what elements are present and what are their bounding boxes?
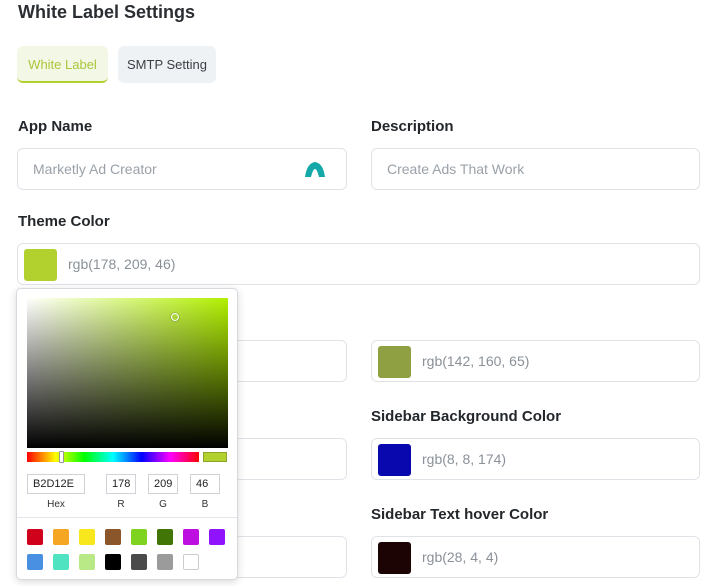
hex-input[interactable]: B2D12E xyxy=(27,474,85,494)
app-name-input[interactable]: Marketly Ad Creator xyxy=(17,148,347,190)
preset-color-swatch[interactable] xyxy=(27,529,43,545)
sidebar-bg-value: rgb(8, 8, 174) xyxy=(422,451,507,467)
theme-color-label: Theme Color xyxy=(18,213,110,230)
theme-color-value: rgb(178, 209, 46) xyxy=(68,256,176,272)
sidebar-hover-value: rgb(28, 4, 4) xyxy=(422,549,499,565)
hue-handle[interactable] xyxy=(59,451,64,463)
g-input[interactable]: 209 xyxy=(148,474,178,494)
tab-white-label[interactable]: White Label xyxy=(17,46,108,83)
right-color-swatch-1[interactable] xyxy=(378,346,411,378)
sidebar-hover-swatch[interactable] xyxy=(378,542,411,574)
preset-color-swatch[interactable] xyxy=(105,554,121,570)
preset-color-swatch[interactable] xyxy=(183,529,199,545)
description-placeholder: Create Ads That Work xyxy=(387,161,525,177)
sidebar-bg-input[interactable]: rgb(8, 8, 174) xyxy=(371,438,700,480)
right-color-input-1[interactable]: rgb(142, 160, 65) xyxy=(371,340,700,382)
hex-label: Hex xyxy=(47,499,65,510)
preset-color-swatch[interactable] xyxy=(157,554,173,570)
preset-color-swatch[interactable] xyxy=(183,554,199,570)
b-label: B xyxy=(201,499,209,510)
picker-divider xyxy=(17,517,237,518)
description-input[interactable]: Create Ads That Work xyxy=(371,148,700,190)
preset-color-swatch[interactable] xyxy=(157,529,173,545)
preset-color-swatch[interactable] xyxy=(53,554,69,570)
g-label: G xyxy=(159,499,167,510)
hue-slider[interactable] xyxy=(27,452,199,462)
sidebar-hover-label: Sidebar Text hover Color xyxy=(371,506,549,523)
saturation-area[interactable] xyxy=(27,298,228,448)
description-label: Description xyxy=(371,118,454,135)
app-logo-icon xyxy=(305,162,325,177)
saturation-handle[interactable] xyxy=(171,313,179,321)
theme-color-input[interactable]: rgb(178, 209, 46) xyxy=(17,243,700,285)
preset-color-swatch[interactable] xyxy=(27,554,43,570)
preset-color-swatch[interactable] xyxy=(79,529,95,545)
preset-color-swatch[interactable] xyxy=(79,554,95,570)
tab-smtp-setting[interactable]: SMTP Setting xyxy=(118,46,216,83)
sidebar-bg-swatch[interactable] xyxy=(378,444,411,476)
r-label: R xyxy=(117,499,125,510)
theme-color-swatch[interactable] xyxy=(24,249,57,281)
preset-color-swatch[interactable] xyxy=(53,529,69,545)
preset-color-swatch[interactable] xyxy=(209,529,225,545)
preset-color-swatch[interactable] xyxy=(131,529,147,545)
r-input[interactable]: 178 xyxy=(106,474,136,494)
right-color-value-1: rgb(142, 160, 65) xyxy=(422,353,530,369)
preset-color-swatch[interactable] xyxy=(105,529,121,545)
color-picker: B2D12E 178 209 46 Hex R G B xyxy=(16,288,238,580)
page-title: White Label Settings xyxy=(18,2,196,22)
app-name-placeholder: Marketly Ad Creator xyxy=(33,161,157,177)
sidebar-bg-label: Sidebar Background Color xyxy=(371,408,562,425)
app-name-label: App Name xyxy=(18,118,93,135)
b-input[interactable]: 46 xyxy=(190,474,220,494)
preset-color-swatch[interactable] xyxy=(131,554,147,570)
color-preview xyxy=(203,452,227,462)
sidebar-hover-input[interactable]: rgb(28, 4, 4) xyxy=(371,536,700,578)
